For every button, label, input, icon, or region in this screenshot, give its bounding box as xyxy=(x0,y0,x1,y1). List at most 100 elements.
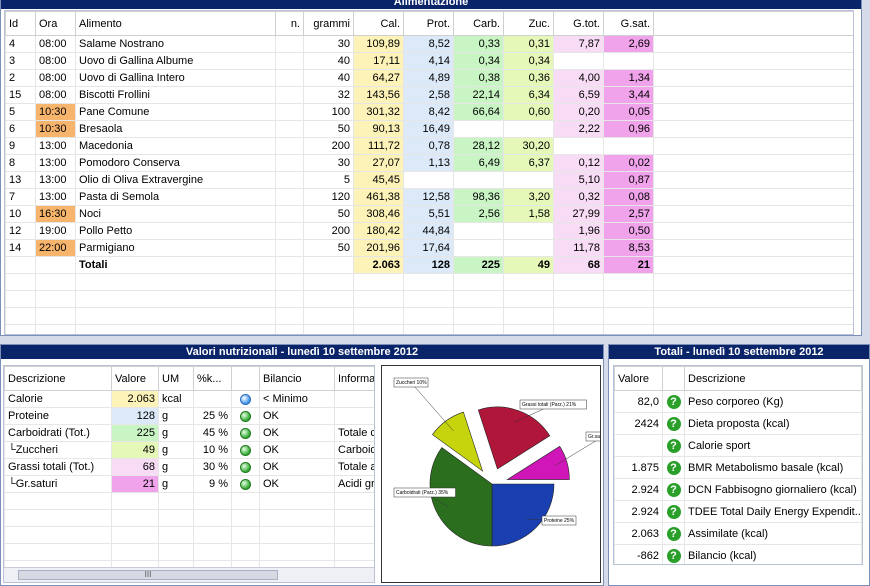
food-col-header[interactable]: Prot. xyxy=(403,11,454,36)
food-row[interactable]: 13 13:00 Olio di Oliva Extravergine 5 45,45 5… xyxy=(5,171,853,189)
help-icon[interactable]: ? xyxy=(666,548,681,563)
help-icon[interactable]: ? xyxy=(666,526,681,541)
food-row[interactable]: 8 13:00 Pomodoro Conserva 30 27,07 1,13 6,49 6,… xyxy=(5,154,853,172)
help-icon[interactable]: ? xyxy=(666,438,681,453)
food-row[interactable]: 3 08:00 Uovo di Gallina Albume 40 17,11 4,14 0… xyxy=(5,52,853,70)
food-cell-carb: 22,14 xyxy=(453,86,504,104)
food-col-header[interactable]: grammi xyxy=(303,11,354,36)
food-cell-n xyxy=(275,86,304,104)
food-row[interactable]: 12 19:00 Pollo Petto 200 180,42 44,84 1,96 0,50 xyxy=(5,222,853,240)
food-row[interactable]: 10 16:30 Noci 50 308,46 5,51 2,56 1,58 27,99 2,57 xyxy=(5,205,853,223)
nutrition-balance: OK xyxy=(259,441,335,459)
help-icon[interactable]: ? xyxy=(666,394,681,409)
nutrition-col-header[interactable]: Bilancio xyxy=(259,366,335,391)
nutrition-row[interactable]: Carboidrati (Tot.) 225 g 45 % OK Totale c xyxy=(4,424,374,442)
totals-row[interactable]: 82,0? Peso corporeo (Kg) xyxy=(614,390,862,413)
scrollbar-thumb[interactable]: III xyxy=(18,570,278,580)
totals-col-header[interactable]: Descrizione xyxy=(684,366,862,391)
totals-row[interactable]: 2.063? Assimilate (kcal) xyxy=(614,522,862,545)
food-col-header[interactable]: Cal. xyxy=(353,11,404,36)
nutrition-row[interactable]: Proteine 128 g 25 % OK xyxy=(4,407,374,425)
food-totals-label: Totali xyxy=(75,256,276,274)
nutrition-grid[interactable]: DescrizioneValoreUM%k... BilancioInformaz… xyxy=(3,365,375,583)
help-icon[interactable]: ? xyxy=(666,416,681,431)
nutrition-row[interactable]: Calorie 2.063 kcal < Minimo xyxy=(4,390,374,408)
totals-row[interactable]: 1.875? BMR Metabolismo basale (kcal) xyxy=(614,456,862,479)
help-icon[interactable]: ? xyxy=(666,504,681,519)
food-cell-zuc xyxy=(503,222,554,240)
food-cell-carb: 0,33 xyxy=(453,35,504,53)
food-row[interactable]: 15 08:00 Biscotti Frollini 32 143,56 2,58 22,1… xyxy=(5,86,853,104)
nutrition-info: Totale a xyxy=(334,458,374,476)
food-col-header[interactable]: n. xyxy=(275,11,304,36)
food-cell-n xyxy=(275,103,304,121)
food-empty-row xyxy=(5,273,853,291)
food-grid[interactable]: Id Ora Alimento n. grammi Cal. Prot. Carb. Zuc. G… xyxy=(4,10,854,335)
totals-row[interactable]: ? Calorie sport xyxy=(614,434,862,457)
food-empty-cell xyxy=(303,324,354,334)
totals-row[interactable]: 2424? Dieta proposta (kcal) xyxy=(614,412,862,435)
nutrition-row[interactable]: └Zuccheri49g10 % OKCarboidi xyxy=(4,441,374,459)
food-empty-cell xyxy=(275,273,304,291)
nutrition-empty-cell xyxy=(111,526,159,544)
food-cell-id: 12 xyxy=(5,222,36,240)
food-empty-cell xyxy=(403,324,454,334)
food-col-header[interactable]: G.sat. xyxy=(603,11,654,36)
food-cell-id: 3 xyxy=(5,52,36,70)
nutrition-col-header[interactable] xyxy=(231,366,260,391)
food-col-header[interactable]: G.tot. xyxy=(553,11,604,36)
food-cell-carb: 0,34 xyxy=(453,52,504,70)
food-cell-gsat: 8,53 xyxy=(603,239,654,257)
food-empty-cell xyxy=(503,307,554,325)
nutrition-empty-cell xyxy=(193,492,232,510)
status-ok-icon xyxy=(240,478,251,490)
food-col-header[interactable]: Id xyxy=(5,11,36,36)
totals-col-header[interactable]: Valore xyxy=(614,366,663,391)
nutrition-empty-cell xyxy=(158,543,194,561)
food-cell-id: 5 xyxy=(5,103,36,121)
nutrition-col-header[interactable]: Informaz xyxy=(334,366,374,391)
food-row[interactable]: 7 13:00 Pasta di Semola 120 461,38 12,58 98,36… xyxy=(5,188,853,206)
nutrition-empty-cell xyxy=(193,509,232,527)
nutrition-col-header[interactable]: Descrizione xyxy=(4,366,112,391)
totals-row[interactable]: -862? Bilancio (kcal) xyxy=(614,544,862,564)
food-row[interactable]: 5 10:30 Pane Comune 100 301,32 8,42 66,64 0,60 0… xyxy=(5,103,853,121)
food-row[interactable]: 2 08:00 Uovo di Gallina Intero 40 64,27 4,89 0… xyxy=(5,69,853,87)
food-empty-cell xyxy=(35,307,76,325)
food-cell-zuc: 1,58 xyxy=(503,205,554,223)
nutrition-info xyxy=(334,407,374,425)
totals-grid[interactable]: Valore Descrizione 82,0? Peso corporeo (Kg… xyxy=(613,365,863,565)
food-empty-cell xyxy=(553,290,604,308)
food-cell-carb xyxy=(453,120,504,138)
food-col-header[interactable]: Alimento xyxy=(75,11,276,36)
nutrition-col-header[interactable]: UM xyxy=(158,366,194,391)
food-row[interactable]: 6 10:30 Bresaola 50 90,13 16,49 2,22 0,96 xyxy=(5,120,853,138)
nutrition-info: Acidi gra xyxy=(334,475,374,493)
totals-row[interactable]: 2.924? DCN Fabbisogno giornaliero (kcal) xyxy=(614,478,862,501)
nutrition-col-header[interactable]: Valore xyxy=(111,366,159,391)
food-table: Id Ora Alimento n. grammi Cal. Prot. Carb. Zuc. G… xyxy=(5,11,853,334)
food-cell-filler xyxy=(653,188,853,206)
nutrition-row[interactable]: └Gr.saturi21g9 % OKAcidi gra xyxy=(4,475,374,493)
nutrition-empty-cell xyxy=(4,509,112,527)
food-row[interactable]: 9 13:00 Macedonia 200 111,72 0,78 28,12 30,20 xyxy=(5,137,853,155)
food-row[interactable]: 4 08:00 Salame Nostrano 30 109,89 8,52 0,33 0,3… xyxy=(5,35,853,53)
food-row[interactable]: 14 22:00 Parmigiano 50 201,96 17,64 11,78 8,53 xyxy=(5,239,853,257)
food-empty-cell xyxy=(603,324,654,334)
food-col-header[interactable]: Ora xyxy=(35,11,76,36)
horizontal-scrollbar[interactable]: III xyxy=(4,567,374,582)
food-cell-gtot xyxy=(553,137,604,155)
food-cell-grammi: 40 xyxy=(303,69,354,87)
food-cell-n xyxy=(275,137,304,155)
help-icon[interactable]: ? xyxy=(666,460,681,475)
nutrition-balance: OK xyxy=(259,475,335,493)
help-icon[interactable]: ? xyxy=(666,482,681,497)
food-col-header[interactable]: Carb. xyxy=(453,11,504,36)
food-cell-carb xyxy=(453,171,504,189)
food-empty-cell xyxy=(75,324,276,334)
nutrition-col-header[interactable]: %k... xyxy=(193,366,232,391)
food-col-header[interactable]: Zuc. xyxy=(503,11,554,36)
totals-value: -862 xyxy=(614,544,663,564)
totals-row[interactable]: 2.924? TDEE Total Daily Energy Expendit..… xyxy=(614,500,862,523)
nutrition-row[interactable]: Grassi totali (Tot.) 68 g 30 % OK Totale a xyxy=(4,458,374,476)
